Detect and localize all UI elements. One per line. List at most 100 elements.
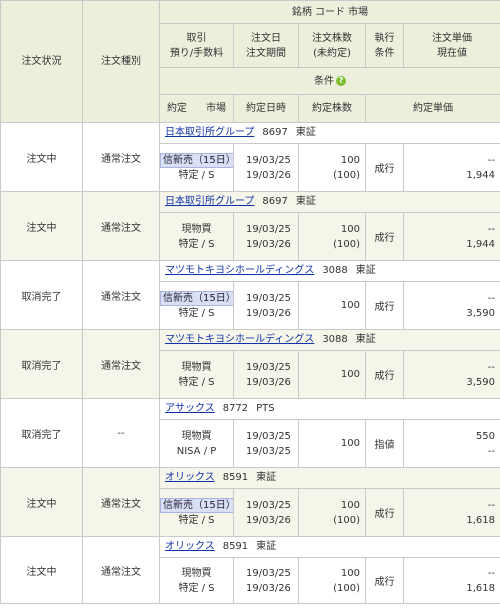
header-price: 注文単価 現在値 (402, 23, 500, 68)
current-price: 3,590 (466, 376, 496, 388)
order-status: 注文中 (0, 191, 83, 261)
stock-info: マツモトキヨシホールディングス 3088 東証 (158, 329, 500, 351)
stock-market: 東証 (355, 265, 376, 276)
unexecuted-shares: (100) (333, 582, 360, 594)
info-icon[interactable]: ? (336, 75, 346, 86)
order-unit-price: -- (487, 292, 496, 304)
exec-condition: 成行 (365, 212, 404, 261)
order-date: 19/03/25 (246, 567, 291, 579)
order-unit-price: -- (487, 223, 496, 235)
order-shares: 100 (298, 419, 366, 468)
stock-info: 日本取引所グループ 8697 東証 (158, 122, 500, 144)
exec-condition: 成行 (365, 143, 404, 192)
shares: 100 (340, 438, 360, 449)
stock-market: 東証 (355, 334, 376, 345)
order-dates: 19/03/25 19/03/26 (233, 143, 299, 192)
order-date: 19/03/25 (246, 361, 291, 373)
order-status: 注文中 (0, 536, 83, 604)
order-date: 19/03/25 (246, 499, 291, 511)
order-price: -- 1,944 (402, 143, 500, 192)
stock-code: 3088 (322, 265, 348, 276)
order-price: 550 -- (402, 419, 500, 468)
order-dates: 19/03/25 19/03/26 (233, 212, 299, 261)
stock-name-link[interactable]: オリックス (165, 541, 215, 552)
order-unit-price: -- (487, 154, 496, 166)
current-price: 1,944 (466, 169, 496, 181)
custody: 特定 / S (178, 376, 215, 388)
order-type: 通常注文 (82, 260, 160, 330)
order-type: 通常注文 (82, 329, 160, 399)
stock-name-link[interactable]: 日本取引所グループ (165, 127, 254, 138)
order-unit-price: 550 (475, 430, 496, 442)
custody: 特定 / S (178, 307, 215, 319)
exec-condition: 成行 (365, 488, 404, 537)
stock-info: 日本取引所グループ 8697 東証 (158, 191, 500, 213)
order-shares: 100 (100) (298, 143, 366, 192)
stock-code: 8697 (262, 127, 288, 138)
table-row: 注文中 通常注文 日本取引所グループ 8697 東証 (0, 191, 500, 261)
order-dates: 19/03/25 19/03/26 (233, 281, 299, 330)
header-sub-exec-price: 約定単価 (364, 94, 500, 123)
order-shares: 100 (298, 350, 366, 399)
order-status-table: 注文状況 注文種別 銘柄 コード 市場 取引 預り/手数料 注文日 注文期間 注文株… (0, 0, 500, 604)
header-shares: 注文株数 (未約定) (298, 23, 366, 68)
exec-condition: 成行 (365, 350, 404, 399)
trade-type: 現物買 (181, 567, 212, 579)
order-type: 通常注文 (82, 536, 160, 604)
trade-type: 現物買 (181, 430, 212, 442)
stock-name-link[interactable]: オリックス (165, 472, 215, 483)
stock-market: 東証 (256, 541, 277, 552)
header-stock: 銘柄 コード 市場 (158, 0, 500, 24)
shares: 100 (340, 300, 360, 311)
trade-info: 信新売（15日） 特定 / S (159, 488, 234, 537)
header-order-date: 注文日 注文期間 (233, 23, 299, 68)
unexecuted-shares: (100) (333, 514, 360, 526)
stock-info: マツモトキヨシホールディングス 3088 東証 (158, 260, 500, 282)
stock-code: 8591 (222, 541, 249, 552)
order-status: 取消完了 (0, 398, 83, 468)
stock-info: アサックス 8772 PTS (158, 398, 500, 420)
stock-market: 東証 (256, 472, 277, 483)
order-unit-price: -- (487, 361, 496, 373)
custody: 特定 / S (178, 169, 215, 181)
header-condition: 条件? (158, 67, 500, 95)
stock-name-link[interactable]: 日本取引所グループ (165, 196, 254, 207)
order-price: -- 1,618 (402, 488, 500, 537)
order-unit-price: -- (487, 567, 496, 579)
trade-info: 現物買 特定 / S (159, 212, 234, 261)
order-price: -- 3,590 (402, 281, 500, 330)
order-date: 19/03/25 (246, 430, 291, 442)
order-period: 19/03/26 (246, 169, 291, 181)
exec-condition: 成行 (365, 557, 404, 604)
stock-name-link[interactable]: マツモトキヨシホールディングス (165, 334, 314, 345)
order-type: -- (82, 398, 160, 468)
stock-info: オリックス 8591 東証 (158, 536, 500, 558)
stock-name-link[interactable]: アサックス (165, 403, 215, 414)
stock-name-link[interactable]: マツモトキヨシホールディングス (165, 265, 314, 276)
table-row: 注文中 通常注文 オリックス 8591 東証 (0, 467, 500, 537)
table-row: 取消完了 -- アサックス 8772 PTS (0, 398, 500, 468)
header-trade: 取引 預り/手数料 (159, 23, 234, 68)
exec-condition: 指値 (365, 419, 404, 468)
order-price: -- 3,590 (402, 350, 500, 399)
order-price: -- 1,618 (402, 557, 500, 604)
custody: NISA / P (176, 445, 217, 457)
header-exec-cond: 執行 条件 (365, 23, 404, 68)
stock-info: オリックス 8591 東証 (158, 467, 500, 489)
order-unit-price: -- (487, 499, 496, 511)
stock-code: 8591 (222, 472, 249, 483)
order-status: 注文中 (0, 467, 83, 537)
trade-info: 現物買 特定 / S (159, 350, 234, 399)
current-price: 3,590 (466, 307, 496, 319)
custody: 特定 / S (178, 582, 215, 594)
order-type: 通常注文 (82, 467, 160, 537)
shares: 100 (340, 499, 360, 511)
order-dates: 19/03/25 19/03/26 (233, 557, 299, 604)
order-date: 19/03/25 (246, 154, 291, 166)
order-period: 19/03/26 (246, 582, 291, 594)
trade-type: 信新売（15日） (160, 152, 233, 168)
order-shares: 100 (100) (298, 212, 366, 261)
header-status: 注文状況 (0, 0, 83, 123)
order-date: 19/03/25 (246, 223, 291, 235)
shares: 100 (340, 567, 360, 579)
